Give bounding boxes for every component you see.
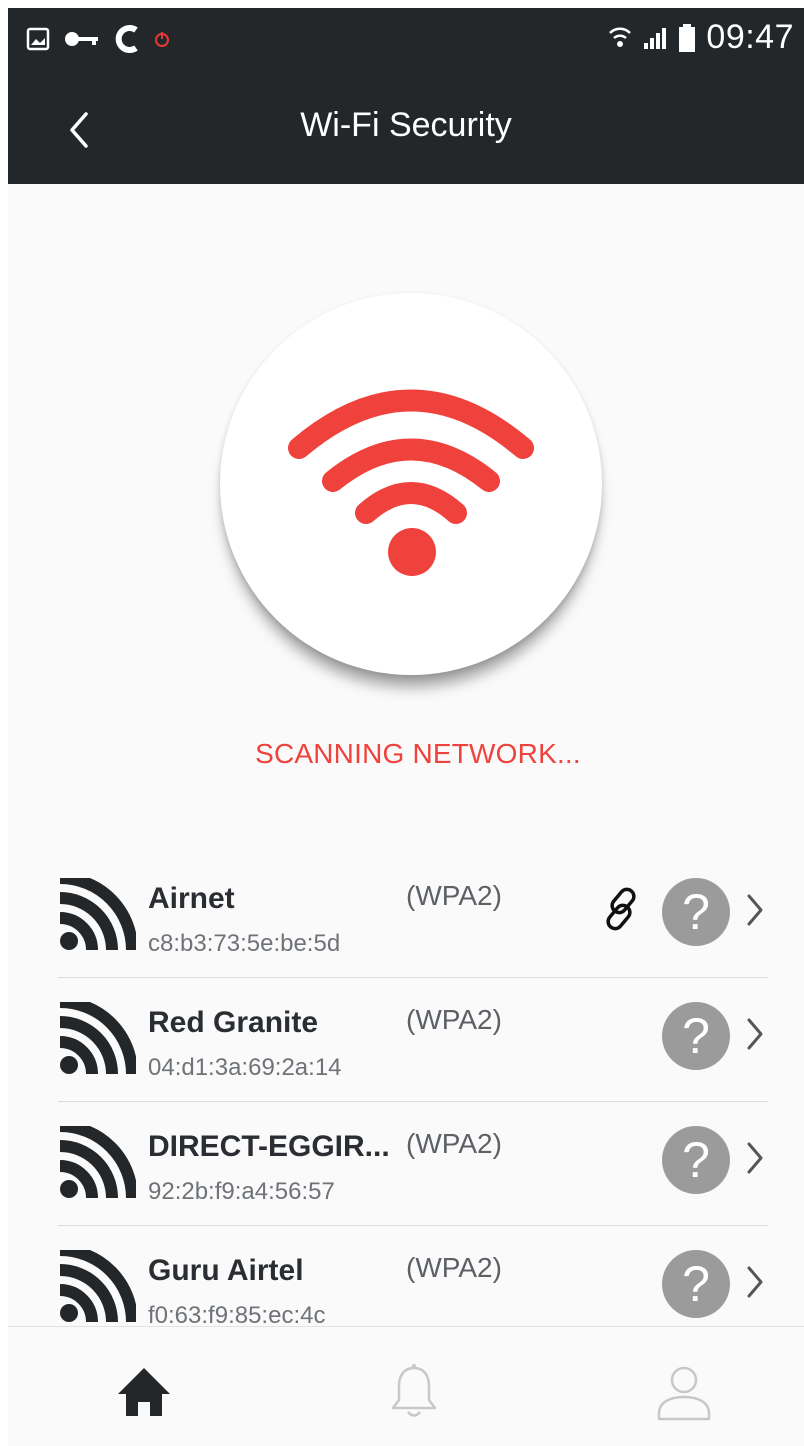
network-name: DIRECT-EGGIR... bbox=[148, 1130, 390, 1163]
network-security: (WPA2) bbox=[406, 1252, 502, 1283]
wifi-icon bbox=[288, 389, 534, 576]
chevron-right-icon bbox=[747, 1266, 763, 1298]
gallery-icon bbox=[26, 27, 50, 51]
scan-status-text: SCANNING NETWORK... bbox=[255, 738, 581, 769]
network-row[interactable]: DIRECT-EGGIR... 92:2b:f9:a4:56:57 (WPA2)? bbox=[8, 1102, 804, 1226]
page-title: Wi-Fi Security bbox=[300, 106, 512, 144]
nav-home[interactable] bbox=[104, 1357, 184, 1427]
network-row[interactable]: Red Granite 04:d1:3a:69:2a:14 (WPA2)? bbox=[8, 978, 804, 1102]
network-security: (WPA2) bbox=[406, 1128, 502, 1159]
app-screen: 09:47 Wi-Fi Security SCANNING NETWORK...… bbox=[8, 8, 804, 1446]
network-name: Airnet bbox=[148, 882, 235, 915]
chevron-right-icon bbox=[747, 1142, 763, 1174]
wifi-signal-icon bbox=[59, 1126, 136, 1199]
status-right-icons: 09:47 bbox=[608, 18, 794, 57]
wifi-signal-icon bbox=[59, 1250, 136, 1323]
battery-icon bbox=[679, 23, 696, 52]
nav-profile[interactable] bbox=[644, 1357, 724, 1427]
key-icon bbox=[65, 32, 98, 46]
bell-icon bbox=[391, 1364, 437, 1417]
chevron-right-icon bbox=[747, 1018, 763, 1050]
network-mac: 04:d1:3a:69:2a:14 bbox=[148, 1054, 342, 1081]
network-security: (WPA2) bbox=[406, 1004, 502, 1035]
signal-icon bbox=[644, 27, 667, 49]
unknown-status-icon[interactable]: ? bbox=[662, 1250, 730, 1318]
nav-notifications[interactable] bbox=[374, 1357, 454, 1427]
header: Wi-Fi Security bbox=[8, 74, 804, 184]
network-mac: c8:b3:73:5e:be:5d bbox=[148, 930, 341, 957]
home-icon bbox=[118, 1368, 170, 1416]
status-bar: 09:47 bbox=[8, 8, 804, 74]
scan-button[interactable] bbox=[220, 293, 602, 675]
wifi-signal-icon bbox=[59, 1002, 136, 1075]
network-name: Red Granite bbox=[148, 1006, 319, 1039]
link-icon bbox=[606, 887, 636, 931]
user-icon bbox=[657, 1366, 711, 1421]
chevron-right-icon bbox=[747, 894, 763, 926]
unknown-status-icon[interactable]: ? bbox=[662, 878, 730, 946]
wifi-signal-icon bbox=[59, 878, 136, 951]
network-name: Guru Airtel bbox=[148, 1254, 304, 1287]
network-mac: 92:2b:f9:a4:56:57 bbox=[148, 1178, 335, 1205]
network-security: (WPA2) bbox=[406, 880, 502, 911]
bottom-nav bbox=[8, 1326, 804, 1446]
status-time: 09:47 bbox=[706, 18, 794, 56]
network-row[interactable]: Airnet c8:b3:73:5e:be:5d (WPA2)? bbox=[8, 854, 804, 978]
unknown-status-icon[interactable]: ? bbox=[662, 1126, 730, 1194]
status-left-icons bbox=[26, 24, 170, 54]
c-icon bbox=[115, 25, 138, 53]
red-app-icon bbox=[155, 32, 169, 47]
unknown-status-icon[interactable]: ? bbox=[662, 1002, 730, 1070]
network-list: Airnet c8:b3:73:5e:be:5d (WPA2)? Red Granit… bbox=[8, 854, 804, 1350]
wifi-status-icon bbox=[609, 27, 632, 47]
